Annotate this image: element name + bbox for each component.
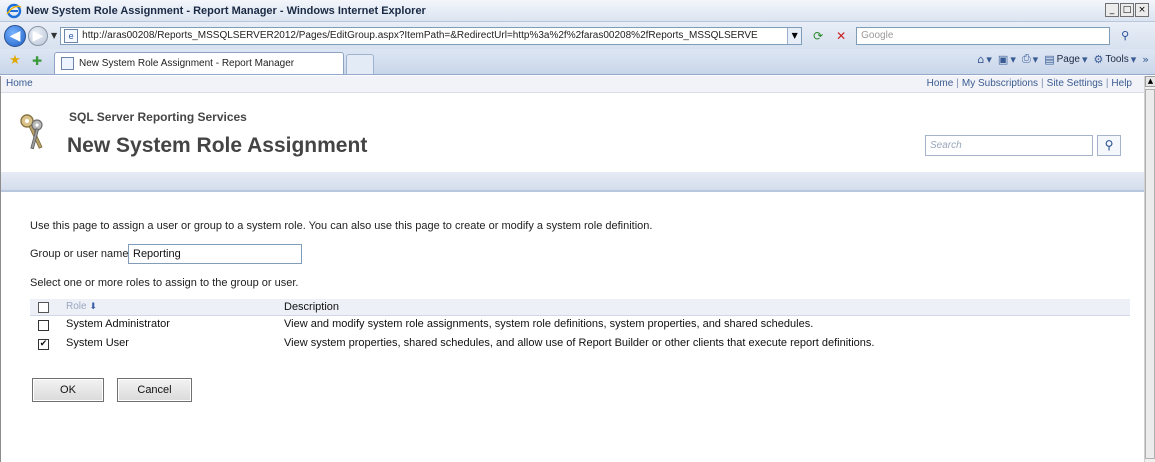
cancel-button[interactable]: Cancel bbox=[117, 378, 192, 402]
scroll-up-arrow-icon[interactable]: ▲ bbox=[1145, 76, 1155, 87]
internet-explorer-icon bbox=[6, 3, 22, 18]
report-search-input[interactable]: Search bbox=[925, 135, 1093, 156]
page-menu[interactable]: ▤ Page ▾ bbox=[1044, 53, 1087, 66]
site-settings-link[interactable]: Site Settings bbox=[1047, 78, 1103, 89]
report-manager-page: Home Home | My Subscriptions | Site Settings… bbox=[0, 76, 1144, 462]
address-toolbar: ◀ ▶ ▼ e http://aras00208/Reports_MSSQLSE… bbox=[0, 22, 1155, 49]
header-divider-band bbox=[1, 172, 1144, 192]
global-links: Home | My Subscriptions | Site Settings | Help bbox=[926, 78, 1132, 89]
close-button[interactable]: × bbox=[1135, 3, 1149, 17]
tools-menu[interactable]: ⚙ Tools ▾ bbox=[1094, 53, 1137, 66]
tools-gear-icon: ⚙ bbox=[1093, 52, 1104, 66]
browser-search-input[interactable]: Google bbox=[856, 26, 1111, 45]
new-tab-button[interactable] bbox=[346, 54, 374, 74]
help-link[interactable]: Help bbox=[1111, 78, 1132, 89]
minimize-button[interactable]: _ bbox=[1105, 3, 1119, 17]
feeds-command[interactable]: ▣ ▾ bbox=[998, 53, 1016, 66]
scrollbar-track[interactable] bbox=[1145, 89, 1155, 459]
vertical-scrollbar[interactable]: ▲ bbox=[1144, 76, 1155, 462]
tab-title: New System Role Assignment - Report Mana… bbox=[79, 58, 295, 69]
table-row: System Administrator View and modify sys… bbox=[30, 316, 1130, 335]
role-column-header[interactable]: Role ⬇ bbox=[66, 301, 97, 312]
intro-text: Use this page to assign a user or group … bbox=[30, 220, 653, 232]
report-search-icon[interactable]: ⚲ bbox=[1097, 135, 1121, 156]
add-favorites-icon[interactable]: ✚ bbox=[28, 51, 46, 71]
home-command[interactable]: ⌂ ▾ bbox=[977, 53, 992, 66]
role-checkbox-system-user[interactable]: ✔ bbox=[38, 339, 49, 350]
group-user-input[interactable]: Reporting bbox=[128, 244, 302, 264]
window-title-bar[interactable]: New System Role Assignment - Report Mana… bbox=[0, 0, 1155, 22]
select-roles-prompt: Select one or more roles to assign to th… bbox=[30, 277, 299, 289]
page-icon: e bbox=[64, 28, 79, 43]
page-header: SQL Server Reporting Services New System… bbox=[1, 94, 1144, 170]
stop-icon[interactable]: ✕ bbox=[832, 27, 850, 45]
search-icon[interactable]: ⚲ bbox=[1114, 27, 1136, 45]
address-url: http://aras00208/Reports_MSSQLSERVER2012… bbox=[82, 30, 758, 41]
feeds-icon: ▣ bbox=[997, 52, 1009, 66]
refresh-icon[interactable]: ⟳ bbox=[808, 27, 828, 45]
role-checkbox-system-administrator[interactable] bbox=[38, 320, 49, 331]
home-link[interactable]: Home bbox=[927, 78, 954, 89]
my-subscriptions-link[interactable]: My Subscriptions bbox=[962, 78, 1038, 89]
print-icon: ⎙ bbox=[1021, 52, 1031, 65]
forward-arrow-icon[interactable]: ▶ bbox=[28, 25, 48, 46]
description-column-header: Description bbox=[284, 301, 340, 313]
back-arrow-icon[interactable]: ◀ bbox=[4, 24, 26, 47]
address-input[interactable]: e http://aras00208/Reports_MSSQLSERVER20… bbox=[60, 26, 803, 45]
report-manager-top-nav: Home Home | My Subscriptions | Site Settings… bbox=[1, 76, 1144, 93]
breadcrumb-home-link[interactable]: Home bbox=[6, 78, 33, 89]
print-command[interactable]: ⎙ ▾ bbox=[1022, 52, 1038, 66]
select-all-checkbox[interactable] bbox=[38, 302, 49, 313]
page-title: New System Role Assignment bbox=[67, 134, 368, 157]
roles-table: Role ⬇ Description System Administrator … bbox=[30, 299, 1130, 354]
sort-down-arrow-icon: ⬇ bbox=[89, 302, 97, 312]
roles-table-header: Role ⬇ Description bbox=[30, 299, 1130, 316]
tab-page-icon bbox=[61, 57, 74, 70]
home-icon: ⌂ bbox=[977, 52, 985, 66]
address-dropdown-icon[interactable]: ▼ bbox=[787, 27, 802, 44]
command-bar: ⌂ ▾ ▣ ▾ ⎙ ▾ ▤ Page ▾ ⚙ Tools ▾ » bbox=[977, 52, 1149, 66]
page-menu-icon: ▤ bbox=[1044, 52, 1055, 66]
window-controls: _ □ × bbox=[1105, 3, 1149, 17]
table-row: ✔ System User View system properties, sh… bbox=[30, 335, 1130, 354]
tab-active[interactable]: New System Role Assignment - Report Mana… bbox=[54, 52, 344, 74]
window-title: New System Role Assignment - Report Mana… bbox=[26, 4, 426, 17]
role-name: System Administrator bbox=[66, 318, 170, 330]
favorites-star-icon[interactable]: ★ bbox=[6, 51, 24, 71]
keys-icon bbox=[20, 114, 43, 150]
role-description: View and modify system role assignments,… bbox=[284, 318, 814, 330]
tab-bar: ★ ✚ New System Role Assignment - Report … bbox=[0, 49, 1155, 75]
role-description: View system properties, shared schedules… bbox=[284, 337, 875, 349]
recent-pages-dropdown-icon[interactable]: ▼ bbox=[51, 31, 57, 40]
maximize-button[interactable]: □ bbox=[1120, 3, 1134, 17]
group-user-label: Group or user name: bbox=[30, 248, 132, 260]
role-name: System User bbox=[66, 337, 129, 349]
product-name: SQL Server Reporting Services bbox=[69, 110, 247, 124]
ok-button[interactable]: OK bbox=[32, 378, 104, 402]
more-commands[interactable]: » bbox=[1142, 53, 1149, 66]
